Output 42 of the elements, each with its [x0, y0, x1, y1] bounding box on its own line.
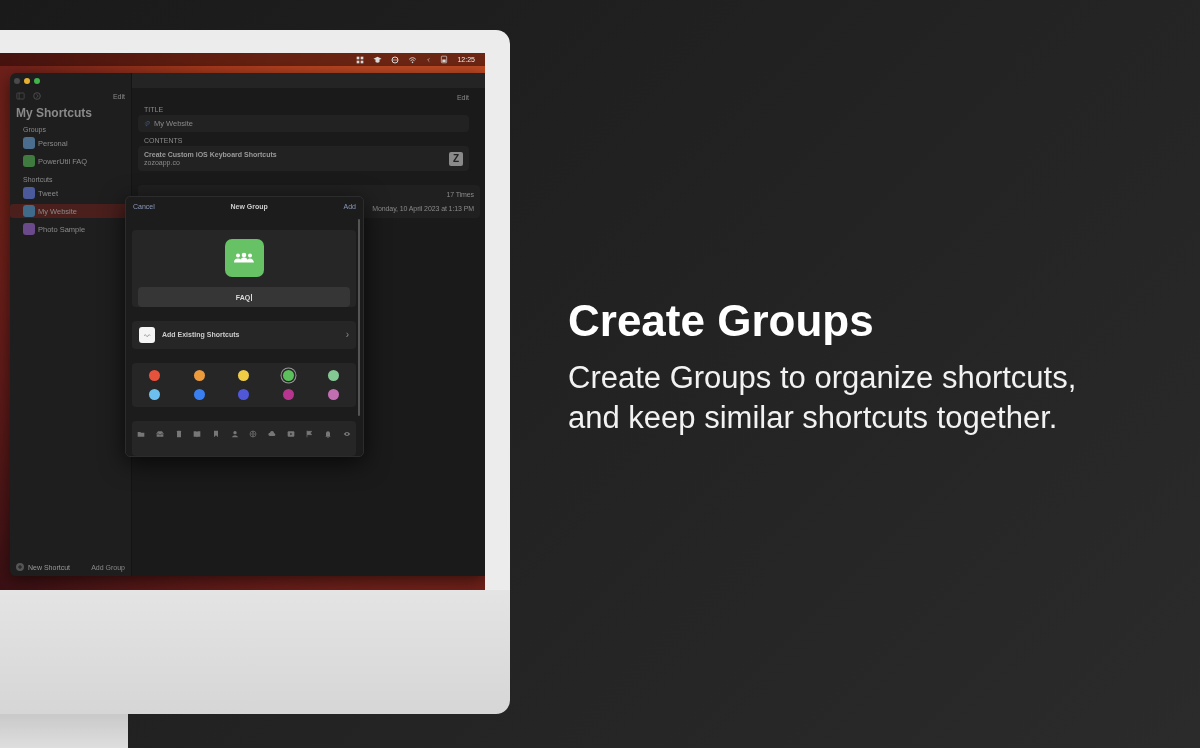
phone-icon — [174, 430, 183, 439]
color-swatch[interactable] — [283, 389, 295, 401]
group-icon-tile[interactable] — [224, 239, 264, 277]
eye-icon — [342, 430, 351, 439]
bell-icon — [323, 430, 332, 439]
person-icon — [230, 430, 239, 439]
color-swatch[interactable] — [238, 389, 250, 401]
sidebar-icon — [16, 92, 25, 100]
bookmark-icon — [211, 430, 220, 439]
color-swatch[interactable] — [193, 389, 205, 401]
wifi-icon — [408, 55, 418, 64]
globe-icon — [249, 430, 258, 439]
tray-icon — [156, 430, 164, 439]
color-swatch[interactable] — [193, 369, 205, 381]
color-swatch[interactable] — [148, 389, 160, 401]
color-swatch[interactable] — [328, 389, 340, 401]
play-icon — [286, 430, 295, 439]
cloud-icon — [267, 430, 276, 439]
chevron-icon: › — [345, 329, 349, 341]
color-swatch[interactable] — [238, 369, 250, 381]
zoom-button[interactable] — [34, 78, 40, 84]
paperclip-icon — [144, 120, 150, 127]
chevron-left-icon — [426, 55, 432, 64]
sidebar-title: My Shortcuts — [15, 105, 93, 120]
color-swatch[interactable] — [283, 369, 295, 381]
color-swatch[interactable] — [328, 369, 340, 381]
tagline: Create Groups to organize shortcuts, and keep similar shortcuts together. — [568, 359, 1078, 438]
scrollbar[interactable] — [358, 219, 360, 416]
headline: Create Groups — [568, 296, 875, 346]
scribble-icon — [142, 332, 152, 337]
circle-icon — [391, 55, 400, 64]
key-badge: Z — [449, 151, 463, 166]
plus-circle-icon — [16, 563, 24, 571]
battery-icon — [440, 55, 449, 64]
color-swatch[interactable] — [148, 369, 160, 381]
mortarboard-icon — [373, 55, 383, 64]
people-icon — [233, 252, 255, 264]
flag-icon — [305, 430, 314, 439]
folder-icon — [137, 430, 146, 439]
minimize-button[interactable] — [24, 78, 30, 84]
grid-icon — [356, 55, 365, 64]
book-icon — [193, 430, 202, 439]
